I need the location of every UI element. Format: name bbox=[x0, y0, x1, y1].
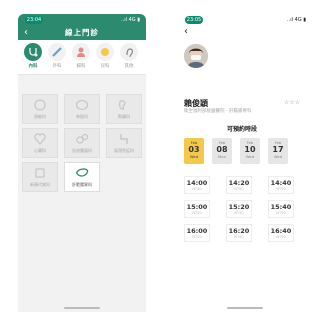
joint-icon bbox=[120, 134, 128, 144]
doctor-avatar bbox=[184, 44, 208, 68]
slot-price: NT$0 bbox=[234, 211, 244, 215]
slot-price: NT$0 bbox=[276, 235, 286, 239]
time-slot[interactable]: 16:20 NT$0 bbox=[226, 224, 252, 242]
slot-price: NT$0 bbox=[192, 187, 202, 191]
stethoscope-icon bbox=[24, 43, 42, 61]
woman-icon bbox=[72, 43, 90, 61]
time-slot[interactable]: 15:40 NT$0 bbox=[268, 200, 294, 218]
tab-others[interactable]: 其他 bbox=[118, 43, 140, 69]
status-bar: 23:04 ..ıl 4G ▮ bbox=[18, 14, 146, 26]
department-label: 心臟科 bbox=[34, 148, 46, 153]
date-day: 17 bbox=[272, 145, 284, 154]
slot-price: NT$0 bbox=[192, 211, 202, 215]
header: 23:04 ..ıl 4G ▮ ‹ 線上門診 bbox=[18, 14, 146, 40]
home-indicator bbox=[64, 307, 100, 309]
page-title: 線上門診 bbox=[65, 28, 99, 37]
date-option-selected[interactable]: Feb 03 Wed bbox=[184, 138, 204, 164]
section-title: 可預約時段 bbox=[226, 126, 257, 133]
status-icons: ..ıl 4G ▮ bbox=[287, 17, 306, 23]
slot-time: 15:20 bbox=[228, 203, 250, 211]
category-tabs: 內科 外科 婦科 兒科 其他 bbox=[18, 40, 146, 75]
slot-price: NT$0 bbox=[192, 235, 202, 239]
slot-price: NT$0 bbox=[234, 187, 244, 191]
department-label: 新陳代謝科 bbox=[30, 182, 50, 187]
status-bar: 23:05 ..ıl 4G ▮ bbox=[178, 14, 312, 26]
doctor-booking-screen: 23:05 ..ıl 4G ▮ ‹ 賴俊穎 ☆☆☆ 衛生福利部桃園醫院 - 肝膽… bbox=[178, 14, 312, 312]
slot-price: NT$0 bbox=[276, 187, 286, 191]
back-button[interactable]: ‹ bbox=[184, 26, 188, 38]
date-day: 08 bbox=[216, 145, 228, 154]
department-tile[interactable]: 腎臟科 bbox=[106, 94, 142, 124]
doctor-department: 衛生福利部桃園醫院 - 肝膽腸胃科 bbox=[184, 109, 252, 114]
department-tile[interactable]: 風濕免疫科 bbox=[106, 128, 142, 158]
status-icons: ..ıl 4G ▮ bbox=[121, 17, 140, 23]
time-slot[interactable]: 14:40 NT$0 bbox=[268, 176, 294, 194]
home-indicator bbox=[227, 307, 263, 309]
status-time: 23:05 bbox=[185, 16, 203, 24]
slot-time: 14:40 bbox=[270, 179, 292, 187]
date-day: 03 bbox=[188, 145, 200, 154]
heart-icon bbox=[34, 133, 46, 146]
department-label: 腎臟科 bbox=[118, 114, 130, 119]
department-tile[interactable]: 血液腫瘤科 bbox=[64, 128, 100, 158]
tab-surgery[interactable]: 外科 bbox=[46, 43, 68, 69]
time-slot[interactable]: 14:00 NT$0 bbox=[184, 176, 210, 194]
department-label: 風濕免疫科 bbox=[114, 148, 134, 153]
department-tile[interactable]: 新陳代謝科 bbox=[22, 162, 58, 192]
date-weekday: Wed bbox=[245, 154, 255, 159]
tab-label: 內科 bbox=[28, 64, 38, 69]
status-time: 23:04 bbox=[25, 16, 43, 24]
time-slot[interactable]: 14:20 NT$0 bbox=[226, 176, 252, 194]
slot-time: 16:00 bbox=[186, 227, 208, 235]
department-tile[interactable]: 心臟科 bbox=[22, 128, 58, 158]
date-weekday: Wed bbox=[273, 154, 283, 159]
thyroid-icon bbox=[35, 168, 45, 178]
date-day: 10 bbox=[244, 145, 256, 154]
tab-label: 婦科 bbox=[76, 64, 86, 69]
scalpel-icon bbox=[48, 43, 66, 61]
online-clinic-screen: 23:04 ..ıl 4G ▮ ‹ 線上門診 內科 外科 婦科 兒科 其他 過敏… bbox=[18, 14, 146, 312]
department-label: 血液腫瘤科 bbox=[72, 148, 92, 153]
department-label: 肝膽腸胃科 bbox=[72, 182, 92, 187]
department-tile[interactable]: 過敏科 bbox=[22, 94, 58, 124]
date-weekday: Wed bbox=[189, 154, 199, 159]
tab-label: 兒科 bbox=[100, 64, 110, 69]
slot-time: 15:40 bbox=[270, 203, 292, 211]
date-weekday: Mon bbox=[217, 154, 226, 159]
date-option[interactable]: Feb 08 Mon bbox=[212, 138, 232, 164]
slot-price: NT$0 bbox=[234, 235, 244, 239]
tab-pediatrics[interactable]: 兒科 bbox=[94, 43, 116, 69]
slot-time: 15:00 bbox=[186, 203, 208, 211]
tab-label: 其他 bbox=[124, 64, 134, 69]
department-tile[interactable]: 神經科 bbox=[64, 94, 100, 124]
kidney-icon bbox=[118, 100, 126, 110]
tab-internal-medicine[interactable]: 內科 bbox=[22, 43, 44, 69]
department-tile-selected[interactable]: 肝膽腸胃科 bbox=[64, 162, 100, 192]
ear-icon bbox=[120, 43, 138, 61]
time-slot[interactable]: 15:00 NT$0 bbox=[184, 200, 210, 218]
date-option[interactable]: Feb 10 Wed bbox=[240, 138, 260, 164]
time-slot[interactable]: 16:00 NT$0 bbox=[184, 224, 210, 242]
child-icon bbox=[96, 43, 114, 61]
slot-price: NT$0 bbox=[276, 211, 286, 215]
date-option[interactable]: Feb 17 Wed bbox=[268, 138, 288, 164]
tab-label: 外科 bbox=[52, 64, 62, 69]
department-label: 神經科 bbox=[76, 114, 88, 119]
time-slot[interactable]: 15:20 NT$0 bbox=[226, 200, 252, 218]
tab-gynecology[interactable]: 婦科 bbox=[70, 43, 92, 69]
blood-cells-icon bbox=[76, 133, 89, 144]
nav-bar: ‹ 線上門診 bbox=[18, 26, 146, 40]
slot-time: 14:20 bbox=[228, 179, 250, 187]
liver-icon bbox=[76, 168, 89, 177]
allergy-icon bbox=[34, 99, 46, 111]
rating-stars: ☆☆☆ bbox=[284, 99, 301, 106]
slot-time: 14:00 bbox=[186, 179, 208, 187]
slot-time: 16:20 bbox=[228, 227, 250, 235]
time-slot[interactable]: 16:40 NT$0 bbox=[268, 224, 294, 242]
brain-icon bbox=[75, 99, 89, 111]
department-label: 過敏科 bbox=[34, 114, 46, 119]
slot-time: 16:40 bbox=[270, 227, 292, 235]
